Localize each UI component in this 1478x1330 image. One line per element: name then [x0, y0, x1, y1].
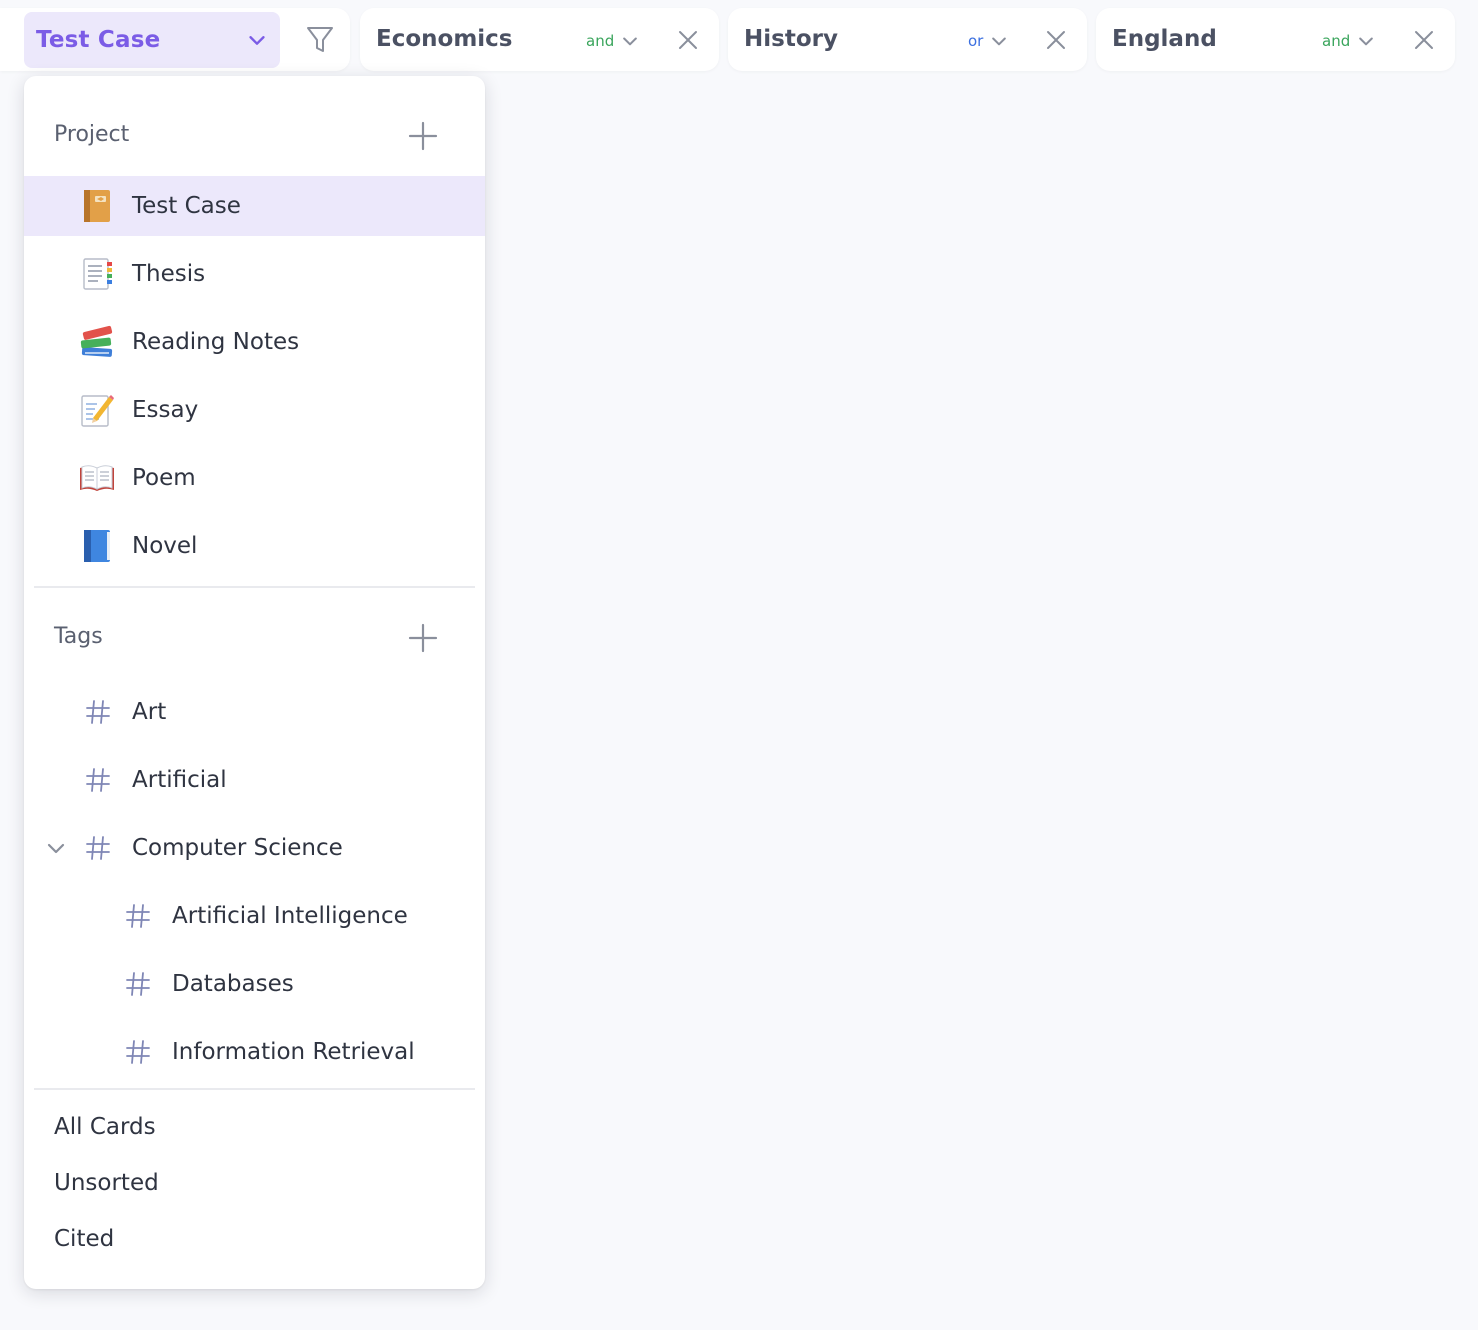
cited-link[interactable]: Cited [54, 1226, 114, 1252]
filter-chip-name: History [744, 26, 838, 52]
blue-book-icon [78, 527, 116, 565]
tag-item-information-retrieval[interactable]: Information Retrieval [24, 1022, 485, 1082]
project-section-title: Project [54, 122, 130, 147]
filter-chip-name: Economics [376, 26, 513, 52]
filter-chip-history: History or [728, 8, 1087, 71]
operator-label: and [1322, 32, 1351, 50]
operator-dropdown[interactable]: and [586, 31, 640, 51]
operator-label: and [586, 32, 615, 50]
chevron-down-icon[interactable] [44, 836, 68, 860]
filter-chip-england: England and [1096, 8, 1455, 71]
project-item-label: Reading Notes [132, 329, 300, 355]
project-item-label: Poem [132, 465, 196, 491]
tag-item-label: Databases [172, 971, 294, 997]
memo-icon [78, 391, 116, 429]
chevron-down-icon [623, 37, 638, 46]
tag-item-label: Artificial Intelligence [172, 903, 408, 929]
hash-icon [86, 768, 110, 792]
bookmark-tabs-icon [78, 255, 116, 293]
filter-icon [307, 27, 333, 52]
books-icon [78, 323, 116, 361]
chevron-down-icon [249, 36, 265, 45]
close-icon [1415, 31, 1433, 49]
project-item-test-case[interactable]: Test Case [24, 176, 485, 236]
project-item-label: Test Case [132, 193, 241, 219]
project-item-essay[interactable]: Essay [24, 380, 485, 440]
project-item-label: Novel [132, 533, 198, 559]
project-dropdown-panel: Project Test Case Thesis Reading Notes E… [24, 76, 485, 1289]
tag-item-label: Computer Science [132, 835, 343, 861]
open-book-icon [78, 459, 116, 497]
operator-label: or [968, 32, 984, 50]
project-item-label: Essay [132, 397, 199, 423]
unsorted-link[interactable]: Unsorted [54, 1170, 159, 1196]
chevron-down-icon [992, 37, 1007, 46]
filter-button[interactable] [300, 22, 340, 58]
hash-icon [126, 1040, 150, 1064]
tag-item-artificial[interactable]: Artificial [24, 750, 485, 810]
hash-icon [86, 836, 110, 860]
section-divider [34, 586, 475, 588]
project-select-label: Test Case [36, 27, 161, 53]
hash-icon [126, 904, 150, 928]
plus-icon[interactable] [408, 121, 438, 151]
tag-item-art[interactable]: Art [24, 682, 485, 742]
operator-dropdown[interactable]: or [968, 31, 1009, 51]
tag-item-databases[interactable]: Databases [24, 954, 485, 1014]
tag-item-label: Artificial [132, 767, 227, 793]
tags-section-title: Tags [54, 624, 103, 649]
operator-dropdown[interactable]: and [1322, 31, 1376, 51]
project-item-thesis[interactable]: Thesis [24, 244, 485, 304]
close-icon [679, 31, 697, 49]
hash-icon [86, 700, 110, 724]
tag-item-artificial-intelligence[interactable]: Artificial Intelligence [24, 886, 485, 946]
hash-icon [126, 972, 150, 996]
remove-filter-button[interactable] [1410, 26, 1438, 54]
plus-icon[interactable] [408, 623, 438, 653]
remove-filter-button[interactable] [1042, 26, 1070, 54]
ledger-icon [78, 187, 116, 225]
remove-filter-button[interactable] [674, 26, 702, 54]
chevron-down-icon [1359, 37, 1374, 46]
tag-item-label: Information Retrieval [172, 1039, 415, 1065]
all-cards-link[interactable]: All Cards [54, 1114, 156, 1140]
project-item-poem[interactable]: Poem [24, 448, 485, 508]
project-item-reading-notes[interactable]: Reading Notes [24, 312, 485, 372]
project-select[interactable]: Test Case [24, 12, 280, 68]
project-item-label: Thesis [132, 261, 206, 287]
close-icon [1047, 31, 1065, 49]
filter-chip-economics: Economics and [360, 8, 719, 71]
tag-item-label: Art [132, 699, 167, 725]
tag-item-computer-science[interactable]: Computer Science [24, 818, 485, 878]
section-divider [34, 1088, 475, 1090]
project-item-novel[interactable]: Novel [24, 516, 485, 576]
filter-chip-name: England [1112, 26, 1217, 52]
